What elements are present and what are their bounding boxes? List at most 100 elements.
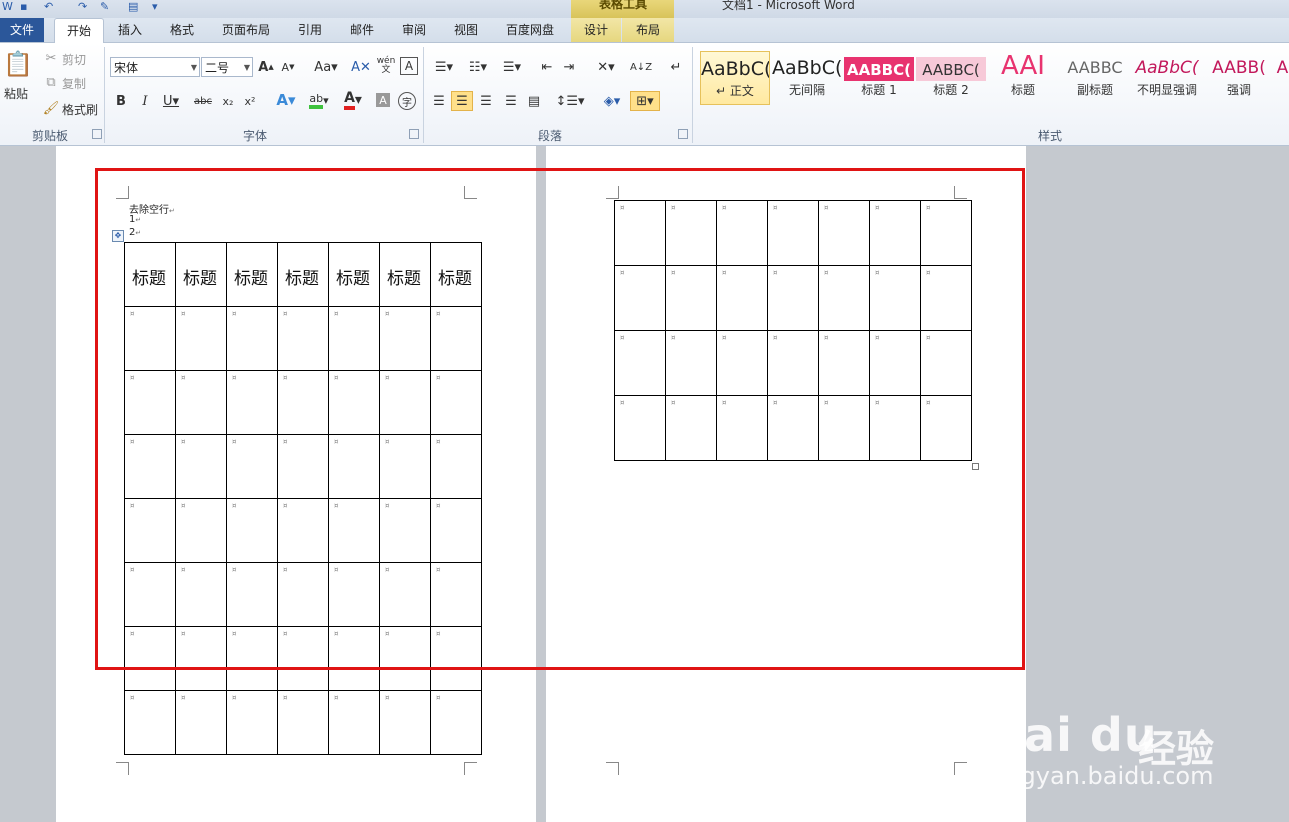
table-cell[interactable]: ¤ [869,200,921,266]
page-2[interactable]: ¤ ¤ ¤ ¤ ¤ ¤ ¤ ¤ ¤ ¤ ¤ ¤ ¤ ¤ ¤ ¤ ¤ ¤ ¤ ¤ ¤ ¤ ¤ ¤ ¤ ¤ ¤ ¤ [546,146,1026,822]
table-cell[interactable]: ¤ [379,626,431,691]
subscript-icon[interactable]: x₂ [220,93,236,109]
decrease-indent-icon[interactable]: ⇤ [538,59,556,75]
table-cell[interactable]: ¤ [277,626,329,691]
multilevel-list-icon[interactable]: ☰▾ [498,59,526,75]
table-header-cell[interactable]: 标题 [430,242,482,307]
table-cell[interactable]: ¤ [430,306,482,371]
quick-access-icon-2[interactable]: ▤ [128,1,142,13]
page-1[interactable]: 去除空行↵ 1↵ 2↵ ✥ 标题 标题 标题 标题 标题 标题 标题 ¤ ¤ ¤ ¤ ¤ ¤ ¤ ¤ ¤ ¤ ¤ ¤… [56,146,536,822]
table-cell[interactable]: ¤ [175,690,227,755]
table-cell[interactable]: ¤ [277,370,329,435]
table-cell[interactable]: ¤ [328,626,380,691]
distributed-icon[interactable]: ▤ [525,93,543,109]
table-cell[interactable]: ¤ [277,306,329,371]
align-right-icon[interactable]: ☰ [477,93,495,109]
table-cell[interactable]: ¤ [277,434,329,499]
table-cell[interactable]: ¤ [920,200,972,266]
table-cell[interactable]: ¤ [175,498,227,563]
tab-page-layout[interactable]: 页面布局 [214,18,278,42]
table-cell[interactable]: ¤ [430,690,482,755]
show-marks-icon[interactable]: ↵ [668,59,684,75]
table-header-cell[interactable]: 标题 [124,242,176,307]
style-no-spacing[interactable]: AaBbC( 无间隔 [772,51,842,105]
char-shading-icon[interactable]: A [376,93,390,107]
table-cell[interactable]: ¤ [175,562,227,627]
numbering-icon[interactable]: ☷▾ [464,59,492,75]
customize-quick-access-icon[interactable]: ▾ [152,1,166,13]
table-cell[interactable]: ¤ [869,395,921,461]
table-cell[interactable]: ¤ [665,200,717,266]
enclose-char-icon[interactable]: 字 [398,92,416,110]
table-cell[interactable]: ¤ [328,306,380,371]
table-header-cell[interactable]: 标题 [226,242,278,307]
table-header-cell[interactable]: 标题 [328,242,380,307]
grow-font-icon[interactable]: A ▲ [258,59,274,75]
style-cut-off[interactable]: A [1276,51,1289,105]
table-header-cell[interactable]: 标题 [175,242,227,307]
chinese-layout-icon[interactable]: ✕▾ [592,59,620,75]
table-cell[interactable]: ¤ [818,395,870,461]
table-cell[interactable]: ¤ [614,330,666,396]
tab-format[interactable]: 格式 [160,18,204,42]
sort-icon[interactable]: A↓Z [630,59,652,75]
table-cell[interactable]: ¤ [716,395,768,461]
table-cell[interactable]: ¤ [818,330,870,396]
highlight-color-icon[interactable]: ab ▾ [304,91,334,109]
bold-icon[interactable]: B [114,93,128,109]
table-cell[interactable]: ¤ [379,498,431,563]
style-heading-2[interactable]: AABBC( 标题 2 [916,51,986,105]
font-name-select[interactable]: 宋体 ▼ [110,57,200,77]
tab-baidu-netdisk[interactable]: 百度网盘 [498,18,562,42]
style-emphasis[interactable]: AABB( 强调 [1204,51,1274,105]
table-cell[interactable]: ¤ [614,395,666,461]
tab-references[interactable]: 引用 [288,18,332,42]
table-cell[interactable]: ¤ [124,306,176,371]
table-cell[interactable]: ¤ [226,626,278,691]
superscript-icon[interactable]: x² [242,93,258,109]
table-cell[interactable]: ¤ [665,395,717,461]
undo-icon[interactable]: ↶ [44,1,58,13]
table-cell[interactable]: ¤ [124,498,176,563]
table-cell[interactable]: ¤ [767,200,819,266]
style-heading-1[interactable]: AABBC( 标题 1 [844,51,914,105]
paste-button[interactable]: 粘贴 [4,85,28,102]
table-cell[interactable]: ¤ [430,626,482,691]
table-cell[interactable]: ¤ [175,306,227,371]
change-case-icon[interactable]: Aa ▾ [312,59,340,75]
tab-layout[interactable]: 布局 [622,18,674,42]
table-cell[interactable]: ¤ [614,200,666,266]
copy-button[interactable]: 复制 [62,75,86,92]
table-page-1[interactable]: 标题 标题 标题 标题 标题 标题 标题 ¤ ¤ ¤ ¤ ¤ ¤ ¤ ¤ ¤ ¤ ¤ ¤ ¤ ¤ ¤ ¤ ¤ ¤ ¤ ¤ ¤ ¤ ¤ ¤ ¤ ¤… [124,242,482,755]
table-cell[interactable]: ¤ [920,265,972,331]
phonetic-guide-icon[interactable]: wén 文 [376,57,396,75]
table-cell[interactable]: ¤ [328,690,380,755]
font-launcher[interactable] [409,129,419,139]
table-cell[interactable]: ¤ [767,265,819,331]
redo-icon[interactable]: ↷ [78,1,92,13]
align-center-icon[interactable]: ☰ [451,91,473,111]
save-icon[interactable]: ▪ [20,1,34,13]
table-move-handle-icon[interactable]: ✥ [112,230,124,242]
table-cell[interactable]: ¤ [124,562,176,627]
table-cell[interactable]: ¤ [665,330,717,396]
line-spacing-icon[interactable]: ↕☰▾ [555,93,584,109]
table-cell[interactable]: ¤ [818,265,870,331]
tab-design[interactable]: 设计 [571,18,621,42]
table-cell[interactable]: ¤ [124,690,176,755]
tab-home[interactable]: 开始 [54,18,104,44]
table-cell[interactable]: ¤ [767,395,819,461]
table-header-cell[interactable]: 标题 [379,242,431,307]
table-cell[interactable]: ¤ [716,200,768,266]
style-subtitle[interactable]: AABBC 副标题 [1060,51,1130,105]
table-cell[interactable]: ¤ [226,690,278,755]
table-cell[interactable]: ¤ [226,498,278,563]
table-cell[interactable]: ¤ [226,306,278,371]
table-cell[interactable]: ¤ [430,434,482,499]
table-cell[interactable]: ¤ [328,434,380,499]
table-cell[interactable]: ¤ [869,330,921,396]
table-cell[interactable]: ¤ [920,330,972,396]
table-cell[interactable]: ¤ [277,690,329,755]
table-cell[interactable]: ¤ [869,265,921,331]
table-cell[interactable]: ¤ [818,200,870,266]
